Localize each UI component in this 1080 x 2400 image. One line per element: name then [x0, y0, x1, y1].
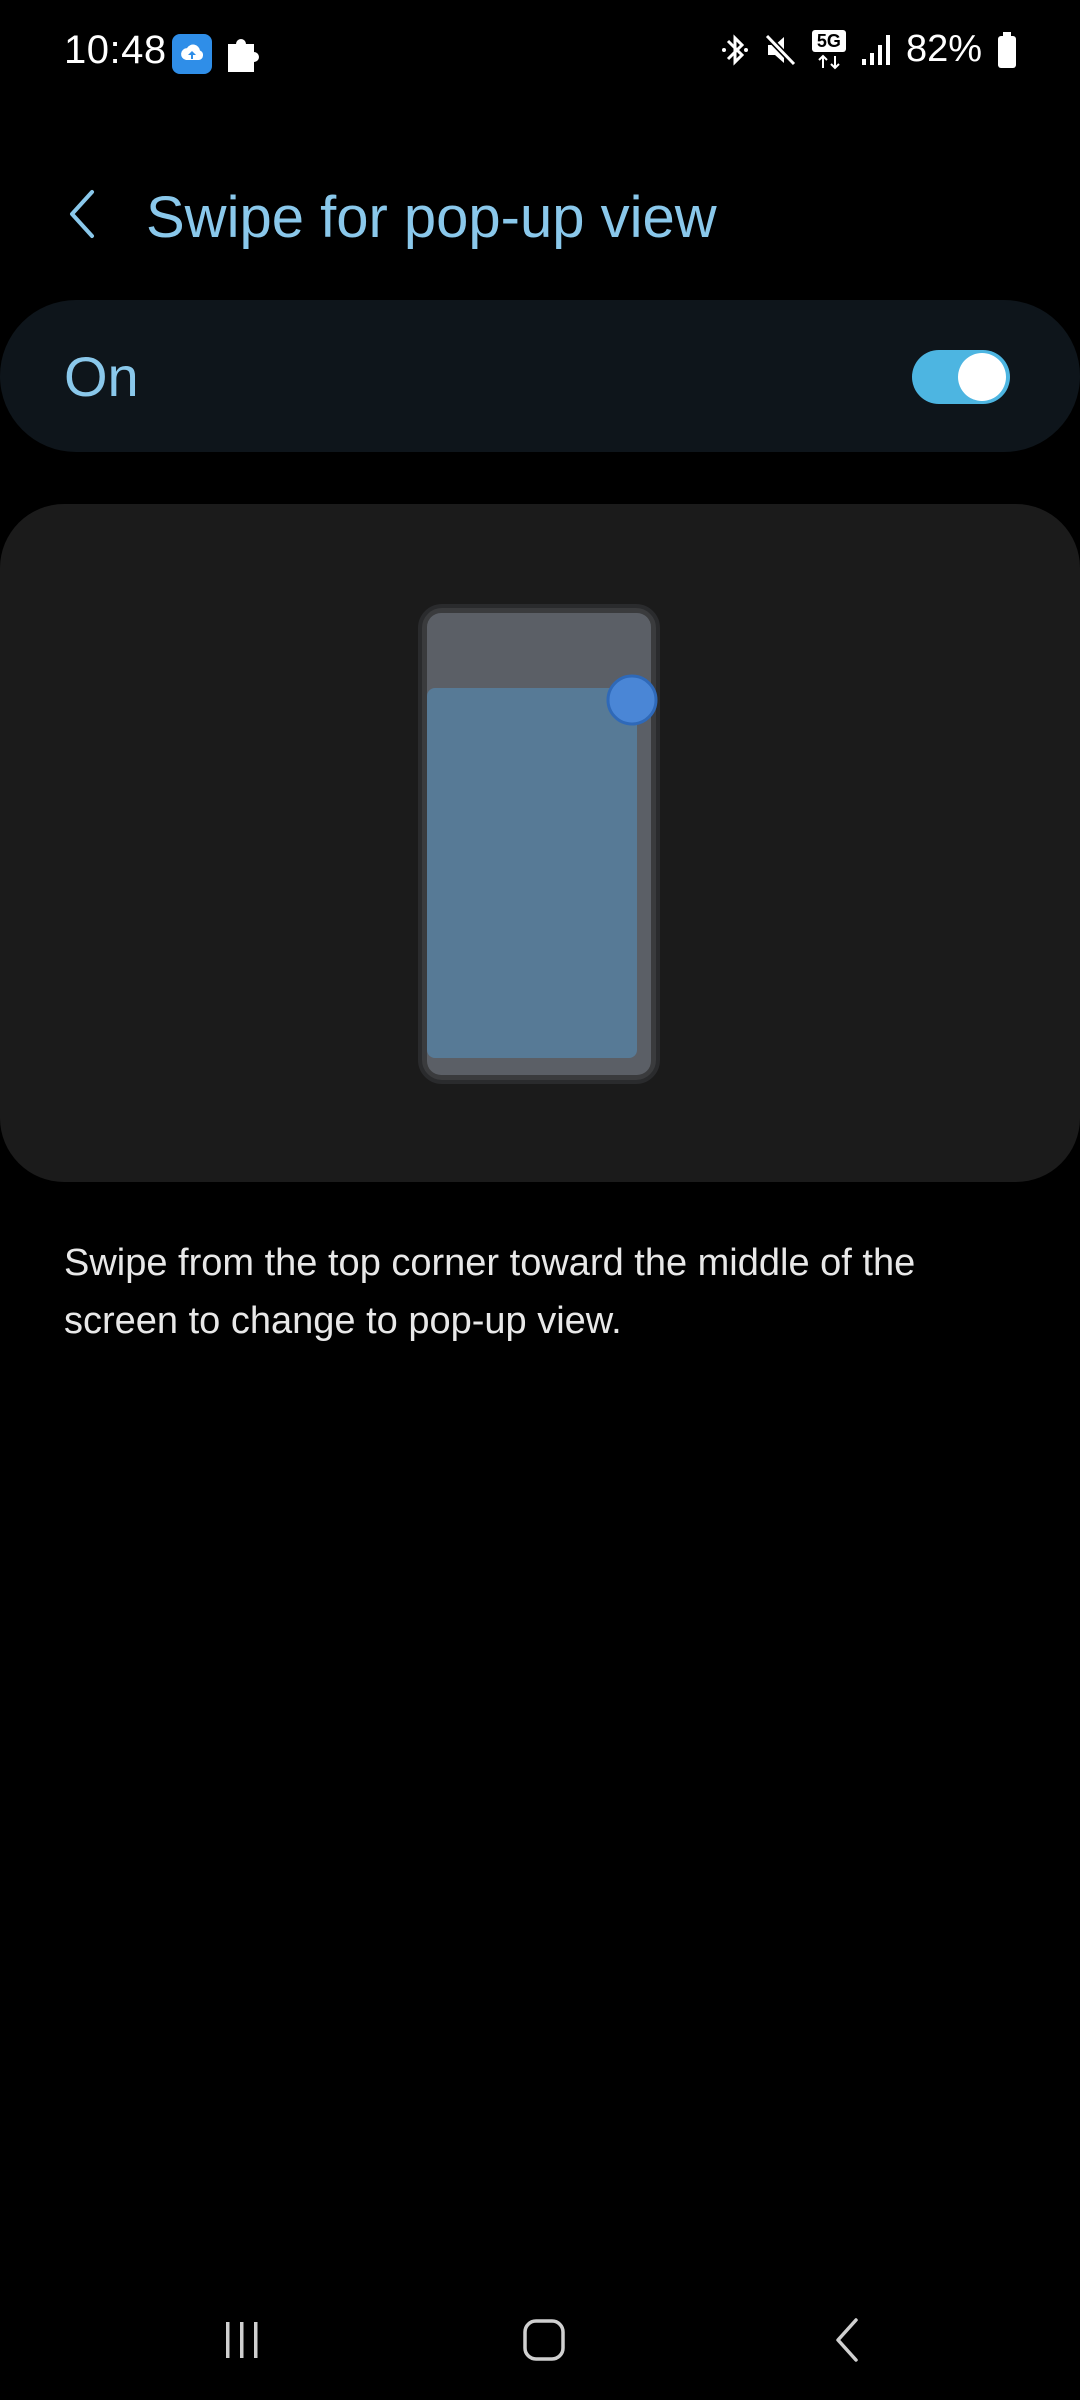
- puzzle-icon: [228, 39, 259, 72]
- cloud-upload-app-icon: [172, 34, 212, 74]
- home-icon: [523, 2319, 565, 2361]
- toggle-label: On: [64, 345, 139, 408]
- network-type-label: 5G: [811, 29, 846, 52]
- recents-icon: [226, 2322, 258, 2358]
- signal-icon: [861, 34, 890, 65]
- page-title: Swipe for pop-up view: [146, 185, 717, 250]
- mute-icon: [764, 33, 797, 66]
- illustration-card: [0, 504, 1080, 1182]
- 5g-icon: 5G: [811, 29, 846, 70]
- master-toggle-row[interactable]: On: [0, 300, 1080, 452]
- nav-back-button[interactable]: [808, 2300, 888, 2380]
- home-button[interactable]: [504, 2300, 584, 2380]
- recents-button[interactable]: [202, 2300, 282, 2380]
- toggle-switch[interactable]: [912, 350, 1010, 404]
- status-notification-icons: [172, 32, 266, 76]
- battery-percent: 82%: [905, 28, 982, 70]
- bluetooth-icon: [721, 33, 748, 66]
- back-button[interactable]: [52, 184, 112, 244]
- back-icon: [836, 2318, 858, 2362]
- chevron-left-icon: [70, 190, 94, 238]
- navigation-bar: [0, 2270, 1080, 2400]
- switch-knob: [958, 353, 1006, 401]
- status-bar: 10:48 5G 82%: [0, 0, 1080, 110]
- description-text: Swipe from the top corner toward the mid…: [64, 1242, 916, 1342]
- header: Swipe for pop-up view: [0, 170, 1080, 270]
- phone-swipe-illustration: [418, 604, 660, 1084]
- battery-icon: [998, 31, 1016, 68]
- status-time: 10:48: [64, 28, 167, 72]
- status-system-icons: 5G 82%: [720, 28, 1018, 71]
